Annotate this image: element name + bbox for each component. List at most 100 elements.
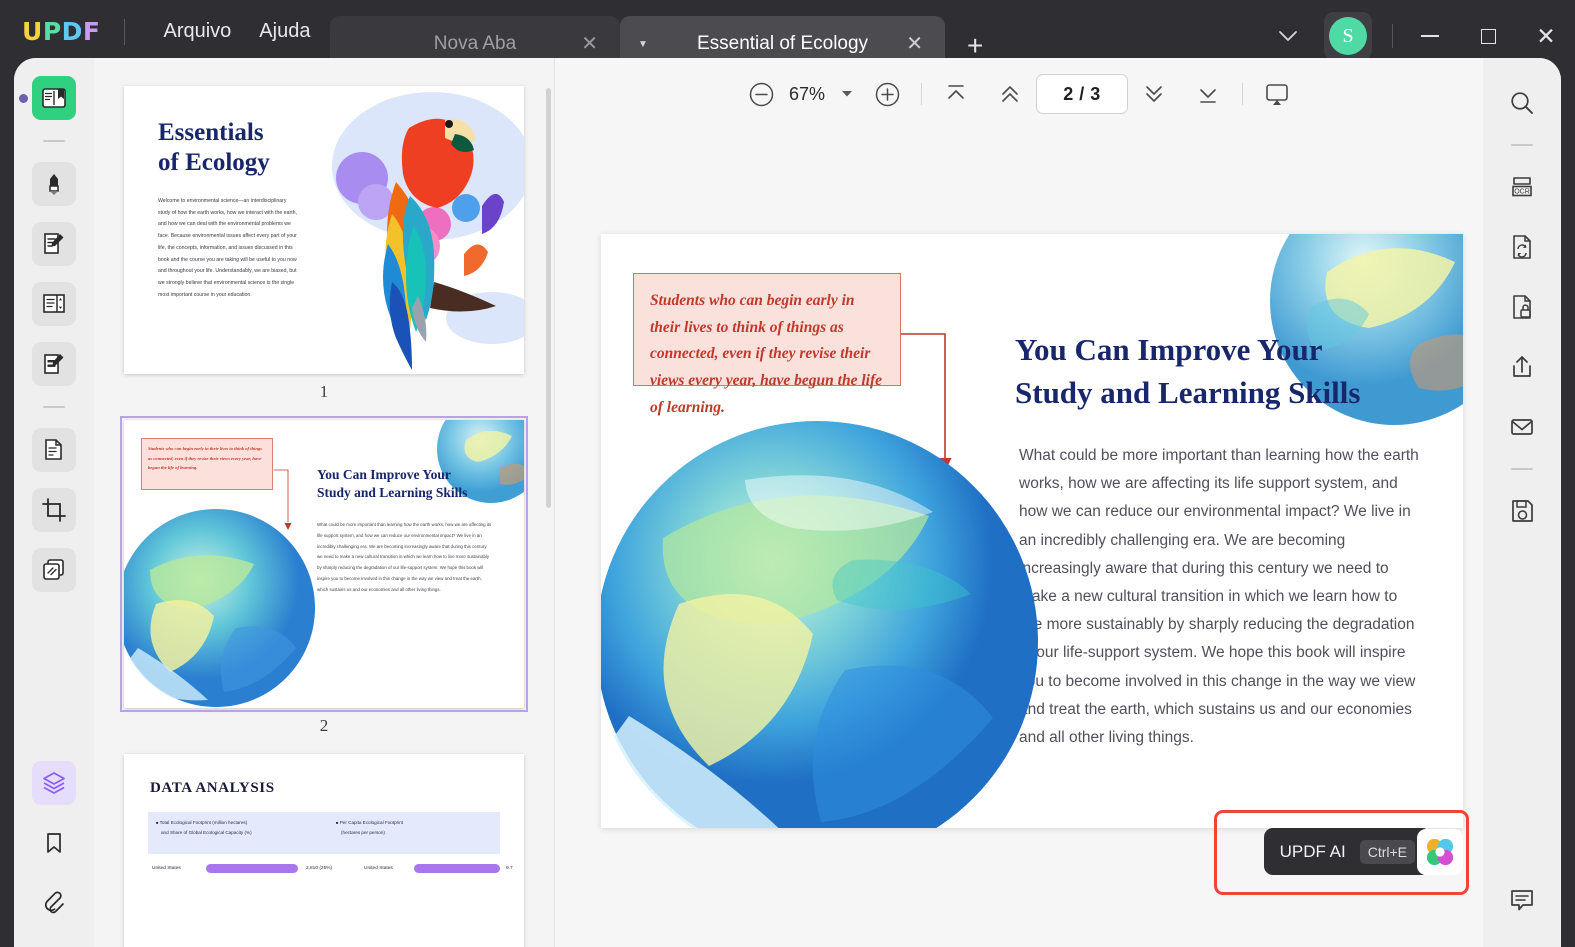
right-item-comment-panel[interactable]: [1499, 877, 1545, 923]
pages-icon: [41, 437, 67, 463]
avatar[interactable]: S: [1324, 12, 1372, 60]
document-area: 67% 2 / 3: [555, 58, 1483, 947]
window-controls-divider: [1392, 24, 1393, 48]
sidebar-item-page-organize[interactable]: [32, 428, 76, 472]
previous-page-icon: [997, 81, 1023, 107]
thumbnail-3-bar-right: [414, 864, 500, 873]
thumbnail-1[interactable]: Essentials of Ecology Welcome to environ…: [124, 86, 524, 402]
main-shell: Essentials of Ecology Welcome to environ…: [14, 58, 1561, 947]
updf-logo: UPDF: [22, 17, 100, 46]
sidebar-item-crop[interactable]: [32, 488, 76, 532]
thumbnail-1-body: Welcome to environmental science—an inte…: [158, 196, 300, 301]
page-indicator[interactable]: 2 / 3: [1036, 74, 1128, 114]
logo-letter-p: P: [43, 17, 62, 46]
zoom-out-button[interactable]: [741, 74, 781, 114]
zoom-level[interactable]: 67%: [781, 84, 833, 105]
thumbnail-2[interactable]: Students who can begin early in their li…: [124, 420, 524, 736]
toolbar-divider-1: [921, 83, 922, 105]
tab-nova-aba-close-icon[interactable]: ✕: [581, 34, 598, 54]
thumbnail-2-body: What could be more important than learni…: [317, 520, 492, 595]
page-quote-text: Students who can begin early in their li…: [650, 288, 884, 421]
sidebar-item-bookmarks[interactable]: [32, 821, 76, 865]
thumbnail-2-quote-text: Students who can begin early in their li…: [148, 444, 266, 473]
sidebar-item-layers[interactable]: [32, 761, 76, 805]
layers-icon: [41, 770, 67, 796]
thumbnail-3-row-left-value: 2,810 (25%): [306, 866, 332, 871]
right-item-search[interactable]: [1499, 80, 1545, 126]
sidebar-item-markup[interactable]: [32, 162, 76, 206]
logo-letter-f: F: [83, 17, 101, 46]
first-page-button[interactable]: [936, 74, 976, 114]
page-quote-box: Students who can begin early in their li…: [633, 273, 901, 386]
right-item-email[interactable]: [1499, 404, 1545, 450]
thumbnail-3-legend-left: ■ Total Ecological Footprint (million he…: [156, 818, 316, 837]
presentation-button[interactable]: [1257, 74, 1297, 114]
zoom-dropdown-caret-icon[interactable]: [841, 90, 853, 98]
thumbnail-1-number: 1: [124, 382, 524, 402]
updf-window: UPDF Arquivo Ajuda Nova Aba ✕ ▼ Essentia…: [0, 0, 1575, 947]
document-page[interactable]: Students who can begin early in their li…: [601, 234, 1463, 828]
right-item-ocr[interactable]: OCR: [1499, 164, 1545, 210]
menu-arquivo[interactable]: Arquivo: [149, 16, 245, 47]
thumbnail-1-page[interactable]: Essentials of Ecology Welcome to environ…: [124, 86, 524, 374]
svg-text:OCR: OCR: [1514, 189, 1530, 196]
thumbnail-2-callout-arrow: [274, 464, 294, 534]
edit-document-icon: [41, 231, 67, 257]
last-page-icon: [1195, 81, 1221, 107]
thumbnail-1-title: Essentials of Ecology: [158, 118, 270, 177]
right-item-convert[interactable]: [1499, 224, 1545, 270]
new-tab-button[interactable]: +: [967, 32, 983, 60]
sidebar-indicator-dot: [19, 94, 28, 103]
thumbnail-3-row-right-value: 9.7: [506, 866, 513, 871]
search-icon: [1509, 90, 1535, 116]
sidebar-item-edit-form[interactable]: [32, 282, 76, 326]
tab-essential-of-ecology-close-icon[interactable]: ✕: [906, 34, 923, 54]
first-page-icon: [943, 81, 969, 107]
highlighter-pen-icon: [41, 171, 67, 197]
previous-page-button[interactable]: [990, 74, 1030, 114]
page-earth-globe: [601, 418, 1041, 828]
toolbar-divider-2: [1242, 83, 1243, 105]
next-page-button[interactable]: [1134, 74, 1174, 114]
thumbnail-3-page[interactable]: DATA ANALYSIS ■ Total Ecological Footpri…: [124, 754, 524, 947]
annotate-icon: [41, 351, 67, 377]
updf-ai-tooltip[interactable]: UPDF AI Ctrl+E: [1264, 828, 1431, 875]
presentation-icon: [1263, 80, 1291, 108]
thumbnail-2-earth: [124, 508, 316, 708]
envelope-icon: [1508, 413, 1536, 441]
page-heading-line2: Study and Learning Skills: [1015, 372, 1360, 415]
tab-essential-of-ecology-label: Essential of Ecology: [697, 33, 868, 55]
batch-copy-icon: [41, 557, 67, 583]
thumbnail-3[interactable]: DATA ANALYSIS ■ Total Ecological Footpri…: [124, 754, 524, 947]
sidebar-item-batch[interactable]: [32, 548, 76, 592]
thumbnail-2-page[interactable]: Students who can begin early in their li…: [124, 420, 524, 708]
updf-ai-button[interactable]: [1417, 829, 1463, 875]
tab-menu-caret-icon[interactable]: ▼: [638, 39, 648, 50]
thumbnail-2-quote-box: Students who can begin early in their li…: [141, 438, 273, 490]
logo-letter-u: U: [22, 17, 43, 46]
app-logo-area: UPDF Arquivo Ajuda: [22, 16, 324, 47]
floppy-save-icon: [1508, 497, 1536, 525]
sidebar-item-attachments[interactable]: [32, 881, 76, 925]
thumbnail-scrollbar[interactable]: [546, 88, 551, 508]
right-item-share[interactable]: [1499, 344, 1545, 390]
thumbnail-3-row-right-label: United States: [364, 866, 393, 871]
thumbnail-3-legend-right: ■ Per Capita Ecological Footprint (hecta…: [336, 818, 491, 837]
right-item-protect[interactable]: [1499, 284, 1545, 330]
zoom-in-button[interactable]: [867, 74, 907, 114]
right-item-save[interactable]: [1499, 488, 1545, 534]
thumbnail-panel[interactable]: Essentials of Ecology Welcome to environ…: [94, 58, 554, 947]
menu-ajuda[interactable]: Ajuda: [245, 16, 324, 47]
sidebar-item-edit-text[interactable]: [32, 222, 76, 266]
last-page-button[interactable]: [1188, 74, 1228, 114]
zoom-out-icon: [748, 81, 775, 108]
thumbnail-2-heading: You Can Improve Your Study and Learning …: [317, 466, 467, 501]
chevron-down-icon[interactable]: [1264, 20, 1312, 53]
right-rail-divider-2: [1511, 468, 1533, 470]
share-upload-icon: [1508, 353, 1536, 381]
rail-divider-1: [43, 140, 65, 142]
sidebar-item-comment[interactable]: [32, 342, 76, 386]
sidebar-item-reader[interactable]: [32, 76, 76, 120]
lock-file-icon: [1508, 293, 1536, 321]
book-reader-icon: [41, 85, 67, 111]
